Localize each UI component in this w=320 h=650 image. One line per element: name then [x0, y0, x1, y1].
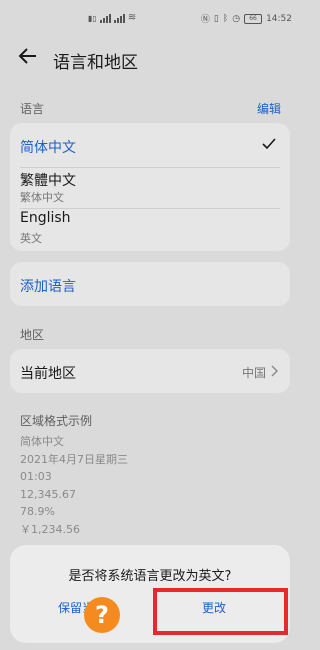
- status-right: Ⓝ ▯ ᛒ ◷ 66 14:52: [201, 12, 292, 25]
- current-region-label: 当前地区: [20, 366, 76, 382]
- add-language-button[interactable]: 添加语言: [10, 262, 290, 306]
- language-name: English: [20, 210, 71, 226]
- add-language-label: 添加语言: [20, 279, 76, 295]
- signal-group: ▮▯ ≋: [88, 12, 136, 23]
- battery-icon: 66: [244, 13, 263, 24]
- example-language: 简体中文: [20, 435, 64, 448]
- signal-icon-2: [113, 14, 125, 23]
- chevron-right-icon: [271, 365, 278, 377]
- current-region-row[interactable]: 当前地区 中国: [10, 349, 290, 393]
- wifi-icon: ≋: [127, 12, 137, 23]
- region-section-label: 地区: [20, 328, 45, 342]
- checkmark-icon: [262, 138, 276, 150]
- status-bar: ▮▯ ≋ Ⓝ ▯ ᛒ ◷ 66 14:52: [0, 0, 300, 40]
- format-section-label: 区域格式示例: [20, 414, 93, 428]
- back-arrow-icon: [18, 48, 36, 64]
- language-subtitle: 英文: [20, 232, 42, 245]
- current-region-value: 中国: [242, 366, 267, 380]
- signal-icon: [99, 14, 111, 23]
- edit-button[interactable]: 编辑: [257, 100, 281, 117]
- alarm-icon: ◷: [232, 13, 241, 24]
- bluetooth-icon: ᛒ: [222, 13, 229, 24]
- watermark-logo: ?: [84, 597, 120, 633]
- example-currency: ￥1,234.56: [20, 522, 80, 536]
- vibrate-icon: ▯: [213, 13, 219, 24]
- nfc-icon: Ⓝ: [200, 15, 210, 25]
- language-item-english[interactable]: English 英文: [10, 209, 290, 251]
- app-header: 语言和地区: [0, 42, 300, 78]
- language-name: 繁體中文: [20, 173, 76, 189]
- dialog-question: 是否将系统语言更改为英文?: [68, 569, 232, 584]
- example-date: 2021年4月7日星期三: [20, 452, 128, 466]
- back-button[interactable]: [18, 46, 38, 70]
- language-item-traditional[interactable]: 繁體中文 繁体中文: [10, 168, 290, 208]
- example-number: 12,345.67: [20, 487, 76, 501]
- language-subtitle: 繁体中文: [20, 191, 64, 204]
- format-examples: 简体中文 2021年4月7日星期三 01:03 12,345.67 78.9% …: [20, 433, 128, 538]
- example-percent: 78.9%: [20, 505, 55, 518]
- language-name: 简体中文: [20, 140, 76, 156]
- language-item-simplified[interactable]: 简体中文: [10, 123, 290, 167]
- language-section-label: 语言: [20, 102, 45, 116]
- language-list-card: 简体中文 繁體中文 繁体中文 English 英文: [10, 123, 290, 251]
- example-time: 01:03: [20, 470, 52, 483]
- highlight-box: [153, 588, 288, 635]
- sim-icon: ▮▯: [88, 14, 97, 23]
- page-title: 语言和地区: [53, 53, 138, 73]
- clock: 14:52: [266, 13, 292, 24]
